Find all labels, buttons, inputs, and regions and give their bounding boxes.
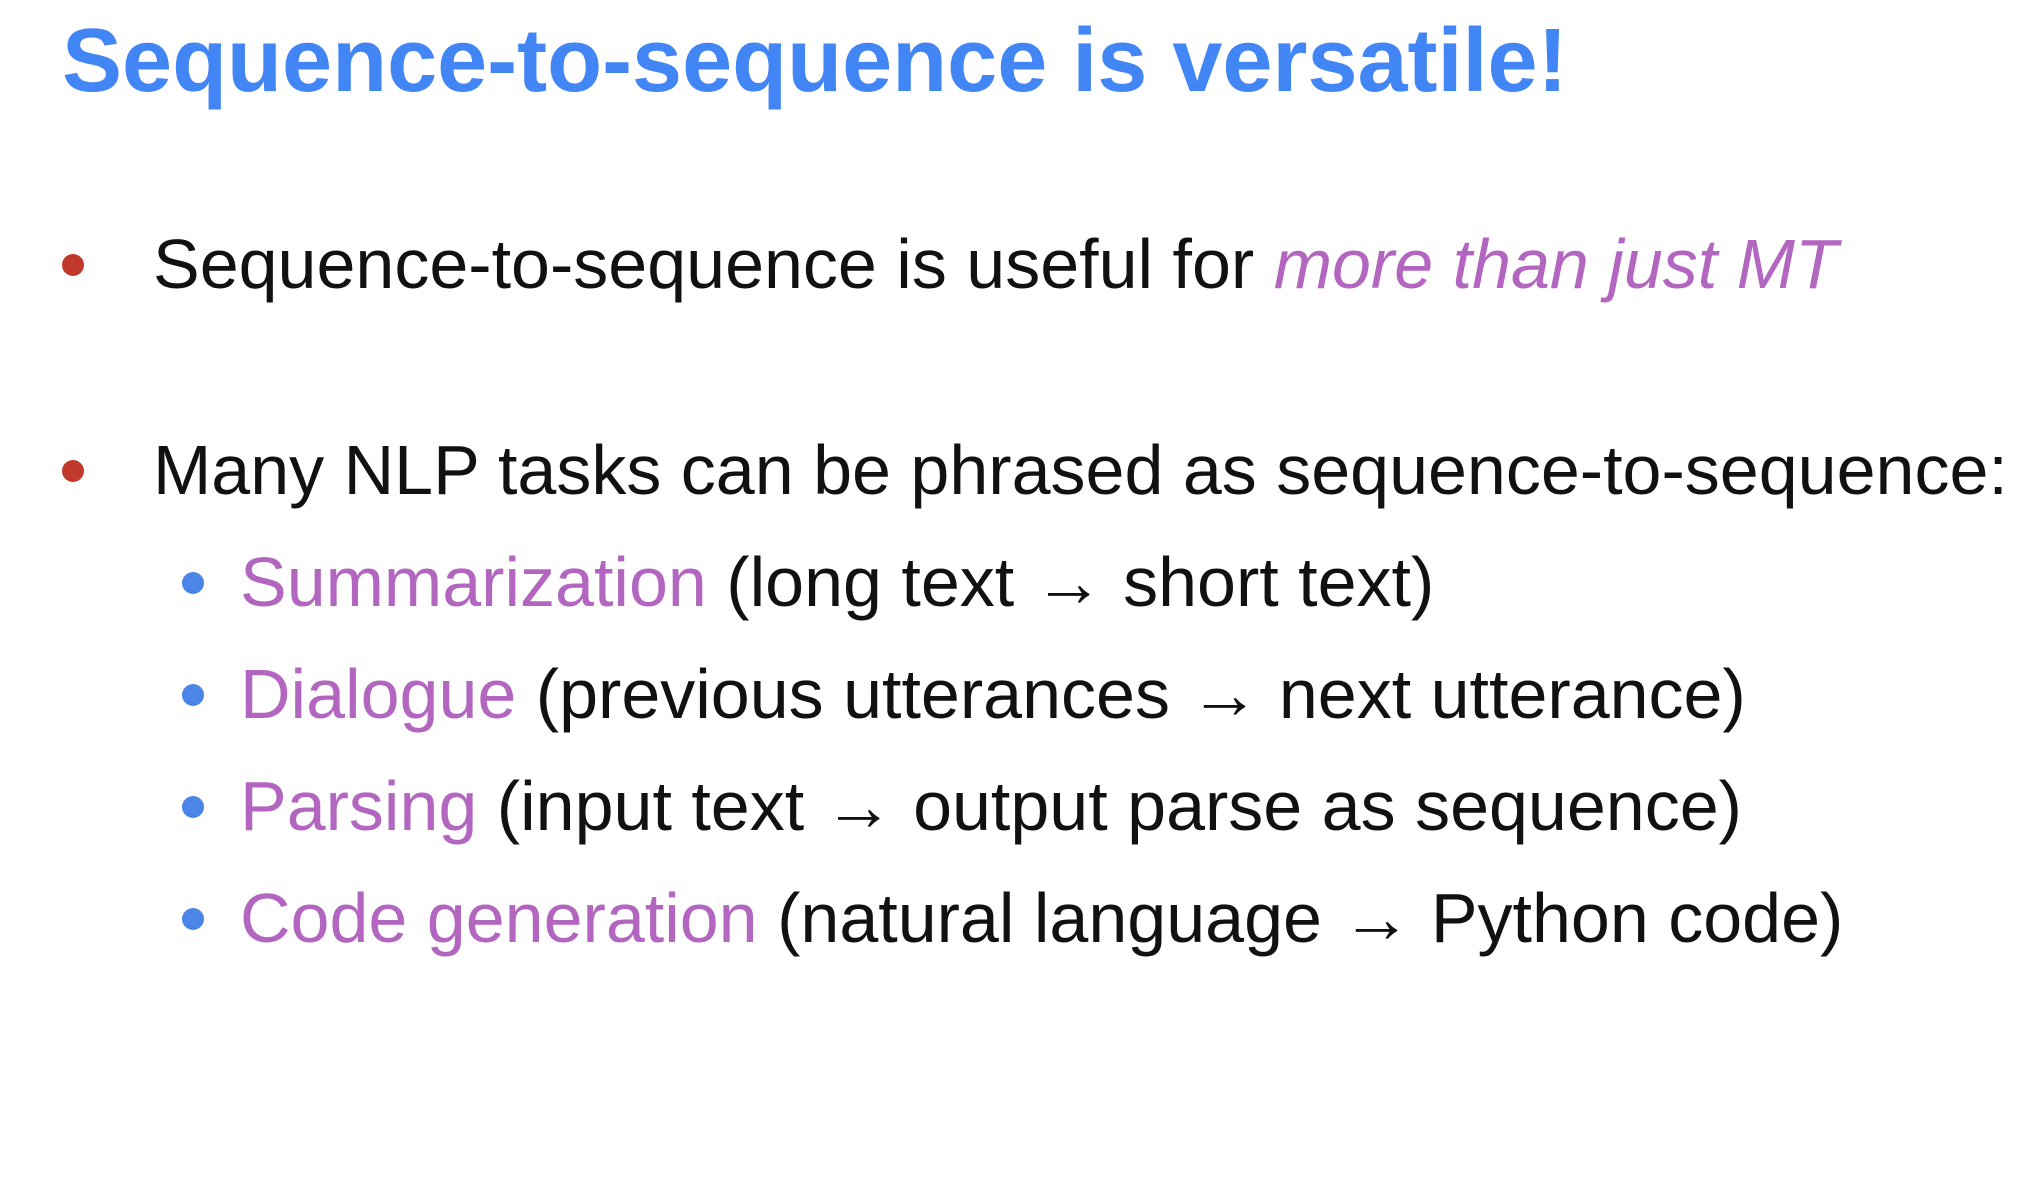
subbullet-term: Parsing	[240, 767, 478, 845]
subbullet-detail: (input text → output parse as sequence)	[477, 767, 1742, 845]
subbullet-text: Summarization (long text → short text)	[240, 540, 1434, 624]
subbullet-dot-icon	[182, 908, 204, 930]
bullet-text: Sequence-to-sequence is useful for more …	[153, 222, 1838, 306]
subbullet-dot-icon	[182, 572, 204, 594]
subbullet-term: Code generation	[240, 879, 758, 957]
bullet-emphasis-text: more than just MT	[1273, 225, 1838, 303]
subbullet-term: Dialogue	[240, 655, 517, 733]
subbullet-detail: (previous utterances → next utterance)	[516, 655, 1746, 733]
slide: Sequence-to-sequence is versatile! Seque…	[0, 0, 2031, 1180]
bullet-plain-text: Sequence-to-sequence is useful for	[153, 225, 1274, 303]
subbullet-dot-icon	[182, 684, 204, 706]
subbullet-term: Summarization	[240, 543, 707, 621]
subbullet-text: Code generation (natural language → Pyth…	[240, 876, 1843, 960]
slide-title: Sequence-to-sequence is versatile!	[62, 11, 1568, 111]
bullet-text: Many NLP tasks can be phrased as sequenc…	[153, 431, 2008, 509]
bullet-dot-icon	[62, 460, 84, 482]
bullet-dot-icon	[62, 254, 84, 276]
subbullet-text: Parsing (input text → output parse as se…	[240, 764, 1742, 848]
subbullet-text: Dialogue (previous utterances → next utt…	[240, 652, 1746, 736]
subbullet-detail: (natural language → Python code)	[757, 879, 1844, 957]
subbullet-dot-icon	[182, 796, 204, 818]
subbullet-detail: (long text → short text)	[706, 543, 1435, 621]
